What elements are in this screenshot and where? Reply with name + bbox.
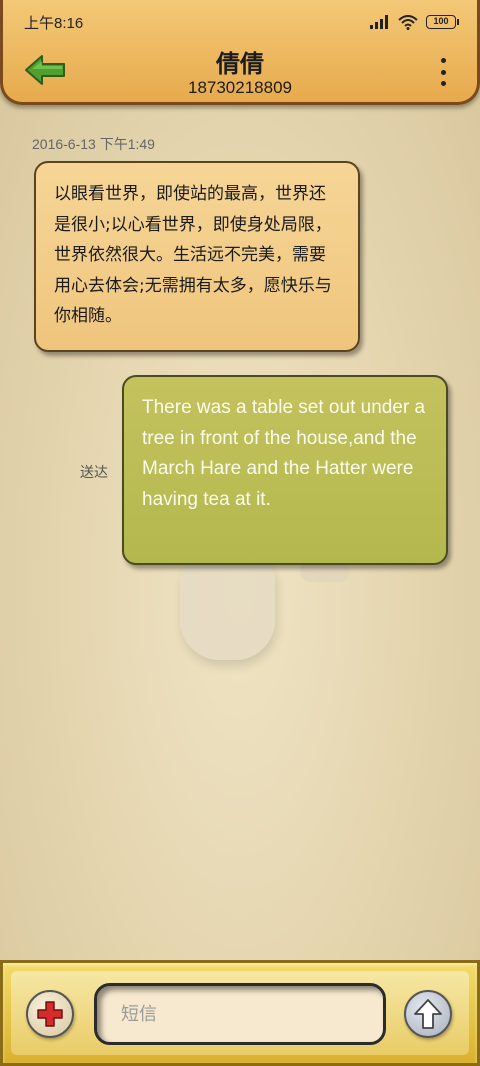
contact-name: 倩倩 xyxy=(216,50,264,78)
wifi-icon xyxy=(398,14,418,30)
more-vertical-icon xyxy=(440,58,446,63)
more-options-button[interactable] xyxy=(436,58,450,86)
up-arrow-icon xyxy=(414,999,442,1029)
message-timestamp: 2016-6-13 下午1:49 xyxy=(32,136,155,152)
send-button[interactable] xyxy=(404,990,452,1038)
plus-icon xyxy=(37,1001,63,1027)
message-text: There was a table set out under a tree i… xyxy=(142,397,426,510)
contact-phone-number: 18730218809 xyxy=(187,78,292,97)
message-text: 以眼看世界，即使站的最高，世界还是很小;以心看世界，即使身处局限，世界依然很大。… xyxy=(54,184,332,326)
message-input[interactable] xyxy=(94,983,386,1045)
status-time: 上午8:16 xyxy=(24,14,84,32)
outgoing-message-bubble[interactable]: There was a table set out under a tree i… xyxy=(122,375,448,565)
status-bar: 上午8:16 100 xyxy=(0,0,480,44)
delivery-status: 送达 xyxy=(80,465,108,481)
signal-icon xyxy=(370,15,388,29)
battery-icon: 100 xyxy=(426,15,459,29)
battery-level: 100 xyxy=(433,16,449,26)
incoming-message-bubble[interactable]: 以眼看世界，即使站的最高，世界还是很小;以心看世界，即使身处局限，世界依然很大。… xyxy=(34,161,360,352)
add-attachment-button[interactable] xyxy=(26,990,74,1038)
background-decoration xyxy=(180,560,275,660)
status-icons: 100 xyxy=(370,14,459,30)
